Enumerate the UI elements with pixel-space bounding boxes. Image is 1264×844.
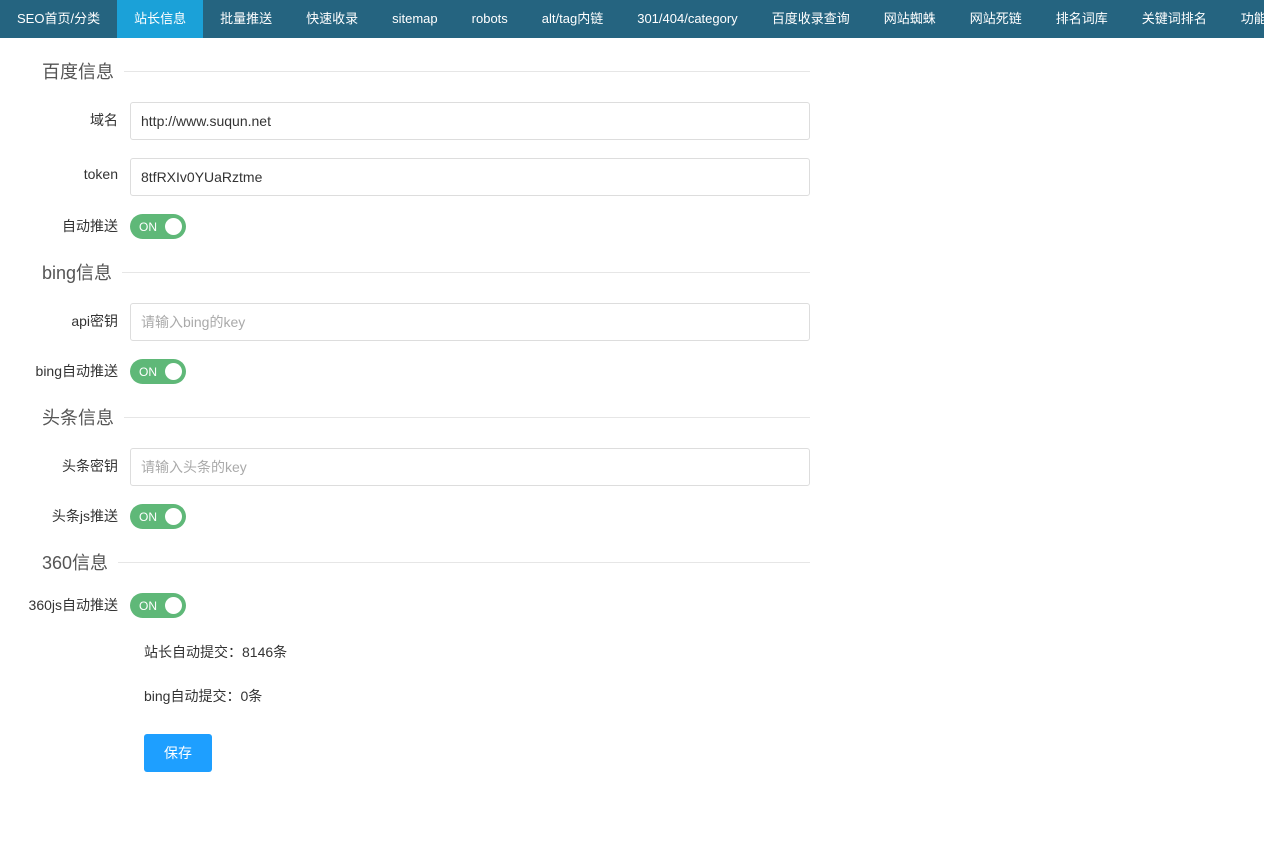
label-toutiao-key: 头条密钥 bbox=[20, 448, 130, 476]
row-baidu-autopush: 自动推送 ON bbox=[20, 214, 810, 239]
switch-360-jsautopush[interactable]: ON bbox=[130, 593, 186, 618]
input-bing-key[interactable] bbox=[130, 303, 810, 341]
nav-item-spider[interactable]: 网站蜘蛛 bbox=[867, 0, 953, 38]
nav-item-webmaster-info[interactable]: 站长信息 bbox=[117, 0, 203, 38]
switch-baidu-autopush[interactable]: ON bbox=[130, 214, 186, 239]
row-toutiao-key: 头条密钥 bbox=[20, 448, 810, 486]
label-token: token bbox=[20, 158, 130, 182]
switch-bing-autopush-state: ON bbox=[139, 365, 157, 379]
switch-knob-icon bbox=[165, 218, 182, 235]
stat-zhanzhang-text: 站长自动提交：8146条 bbox=[144, 644, 287, 660]
row-toutiao-jspush: 头条js推送 ON bbox=[20, 504, 810, 529]
legend-toutiao: 头条信息 bbox=[20, 404, 124, 430]
nav-item-license[interactable]: 功能授权 bbox=[1224, 0, 1264, 38]
label-360-jsautopush: 360js自动推送 bbox=[20, 593, 130, 615]
nav-item-sitemap[interactable]: sitemap bbox=[375, 0, 455, 38]
legend-baidu: 百度信息 bbox=[20, 58, 124, 84]
content: 百度信息 域名 token 自动推送 ON bing信息 bbox=[0, 38, 830, 812]
input-token[interactable] bbox=[130, 158, 810, 196]
switch-360-jsautopush-state: ON bbox=[139, 599, 157, 613]
label-bing-autopush: bing自动推送 bbox=[20, 359, 130, 381]
nav-item-keyword-rank[interactable]: 关键词排名 bbox=[1125, 0, 1224, 38]
row-bing-autopush: bing自动推送 ON bbox=[20, 359, 810, 384]
submit-row: 保存 bbox=[130, 734, 810, 772]
row-token: token bbox=[20, 158, 810, 196]
fieldset-bing: bing信息 api密钥 bing自动推送 ON bbox=[20, 259, 810, 384]
nav-item-rank-db[interactable]: 排名词库 bbox=[1039, 0, 1125, 38]
switch-knob-icon bbox=[165, 363, 182, 380]
input-toutiao-key[interactable] bbox=[130, 448, 810, 486]
nav-item-301-404[interactable]: 301/404/category bbox=[620, 0, 754, 38]
switch-baidu-autopush-state: ON bbox=[139, 220, 157, 234]
nav-item-alt-tag[interactable]: alt/tag内链 bbox=[525, 0, 620, 38]
top-nav: SEO首页/分类 站长信息 批量推送 快速收录 sitemap robots a… bbox=[0, 0, 1264, 38]
save-button[interactable]: 保存 bbox=[144, 734, 212, 772]
fieldset-toutiao: 头条信息 头条密钥 头条js推送 ON bbox=[20, 404, 810, 529]
label-toutiao-jspush: 头条js推送 bbox=[20, 504, 130, 526]
row-domain: 域名 bbox=[20, 102, 810, 140]
switch-knob-icon bbox=[165, 597, 182, 614]
stat-bing-text: bing自动提交：0条 bbox=[144, 688, 262, 704]
nav-item-baidu-index[interactable]: 百度收录查询 bbox=[755, 0, 867, 38]
switch-bing-autopush[interactable]: ON bbox=[130, 359, 186, 384]
nav-item-seo-home[interactable]: SEO首页/分类 bbox=[0, 0, 117, 38]
switch-toutiao-jspush[interactable]: ON bbox=[130, 504, 186, 529]
row-360-jsautopush: 360js自动推送 ON bbox=[20, 593, 810, 618]
label-domain: 域名 bbox=[20, 102, 130, 130]
switch-toutiao-jspush-state: ON bbox=[139, 510, 157, 524]
label-bing-key: api密钥 bbox=[20, 303, 130, 331]
stat-bing: bing自动提交：0条 bbox=[130, 686, 810, 706]
nav-item-robots[interactable]: robots bbox=[455, 0, 525, 38]
label-baidu-autopush: 自动推送 bbox=[20, 214, 130, 236]
input-domain[interactable] bbox=[130, 102, 810, 140]
row-bing-key: api密钥 bbox=[20, 303, 810, 341]
fieldset-baidu: 百度信息 域名 token 自动推送 ON bbox=[20, 58, 810, 239]
nav-item-batch-push[interactable]: 批量推送 bbox=[203, 0, 289, 38]
fieldset-360: 360信息 360js自动推送 ON 站长自动提交：8146条 bing自动提交… bbox=[20, 549, 810, 772]
stat-zhanzhang: 站长自动提交：8146条 bbox=[130, 642, 810, 662]
legend-360: 360信息 bbox=[20, 549, 118, 575]
nav-item-deadlinks[interactable]: 网站死链 bbox=[953, 0, 1039, 38]
switch-knob-icon bbox=[165, 508, 182, 525]
nav-item-fast-index[interactable]: 快速收录 bbox=[289, 0, 375, 38]
legend-bing: bing信息 bbox=[20, 259, 122, 285]
